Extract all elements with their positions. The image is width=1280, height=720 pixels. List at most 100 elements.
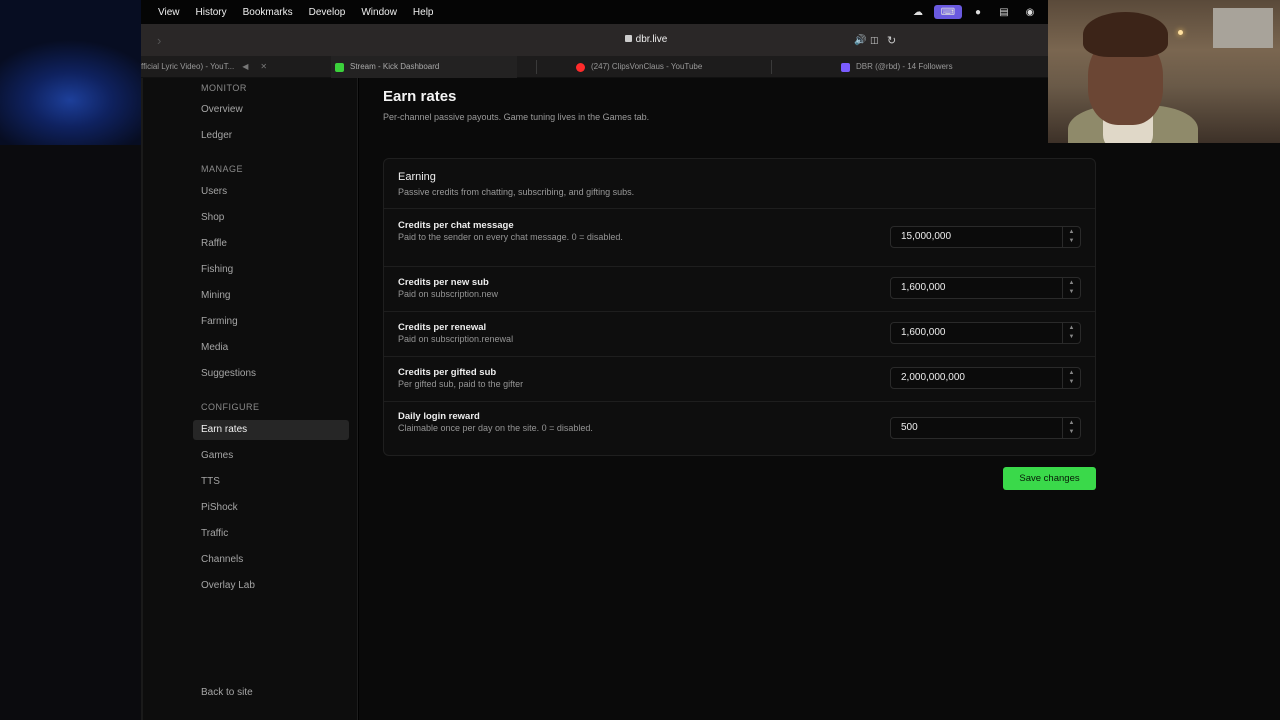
row-label: Credits per gifted sub <box>398 367 497 378</box>
close-icon[interactable]: ✕ <box>260 56 267 78</box>
tab-kick-dashboard[interactable]: Stream - Kick Dashboard <box>331 56 517 78</box>
grid-icon[interactable]: ▤ <box>997 5 1011 19</box>
menu-develop[interactable]: Develop <box>309 7 346 18</box>
input-value: 1,600,000 <box>901 327 946 338</box>
back-chevron-icon[interactable]: › <box>157 33 161 48</box>
sidebar-item-overview[interactable]: Overview <box>193 100 349 120</box>
renewal-credits-input[interactable]: 1,600,000 ▲ ▼ <box>890 322 1081 344</box>
input-value: 1,600,000 <box>901 282 946 293</box>
sidebar-item-traffic[interactable]: Traffic <box>193 524 349 544</box>
input-value: 500 <box>901 422 918 433</box>
keyboard-icon[interactable]: ⌨ <box>934 5 962 19</box>
page-subtitle: Per-channel passive payouts. Game tuning… <box>383 112 650 122</box>
audio-icon[interactable]: 🔊 <box>854 35 866 46</box>
sidebar-item-games[interactable]: Games <box>193 446 349 466</box>
kick-icon <box>335 62 344 72</box>
new-sub-credits-input[interactable]: 1,600,000 ▲ ▼ <box>890 277 1081 299</box>
stepper-icon[interactable]: ▲ ▼ <box>1062 323 1080 343</box>
card-description: Passive credits from chatting, subscribi… <box>398 187 635 197</box>
divider <box>384 266 1095 267</box>
row-help: Per gifted sub, paid to the gifter <box>398 379 524 389</box>
sidebar-item-overlay-lab[interactable]: Overlay Lab <box>193 576 349 596</box>
background-window <box>1213 8 1273 48</box>
row-label: Credits per renewal <box>398 322 487 333</box>
card-title: Earning <box>398 171 436 183</box>
string-light <box>1178 30 1183 35</box>
row-label: Daily login reward <box>398 411 480 422</box>
sidebar-item-raffle[interactable]: Raffle <box>193 234 349 254</box>
row-help: Claimable once per day on the site. 0 = … <box>398 423 593 433</box>
sidebar-item-earn-rates[interactable]: Earn rates <box>193 420 349 440</box>
sidebar-item-shop[interactable]: Shop <box>193 208 349 228</box>
menu-window[interactable]: Window <box>361 7 397 18</box>
sidebar-item-fishing[interactable]: Fishing <box>193 260 349 280</box>
input-value: 2,000,000,000 <box>901 372 965 383</box>
sidebar-item-pishock[interactable]: PiShock <box>193 498 349 518</box>
tab-separator <box>771 60 772 74</box>
divider <box>384 356 1095 357</box>
robot-icon[interactable]: ● <box>971 5 985 19</box>
page-title: Earn rates <box>383 88 457 105</box>
earning-card: Earning Passive credits from chatting, s… <box>383 158 1096 456</box>
person-hair <box>1083 12 1168 57</box>
stepper-icon[interactable]: ▲ ▼ <box>1062 278 1080 298</box>
sidebar-item-users[interactable]: Users <box>193 182 349 202</box>
back-to-site-link[interactable]: Back to site <box>193 683 349 703</box>
row-help: Paid on subscription.new <box>398 289 499 299</box>
sidebar-item-ledger[interactable]: Ledger <box>193 126 349 146</box>
menu-view[interactable]: View <box>158 7 180 18</box>
tab-title: DBR (@rbd) - 14 Followers <box>856 62 953 71</box>
cloud-icon[interactable]: ☁ <box>911 5 925 19</box>
menu-bar: View History Bookmarks Develop Window He… <box>141 0 1048 24</box>
sidebar-item-mining[interactable]: Mining <box>193 286 349 306</box>
webcam-overlay <box>1048 0 1280 143</box>
sidebar-item-suggestions[interactable]: Suggestions <box>193 364 349 384</box>
menu-help[interactable]: Help <box>413 7 434 18</box>
section-label-monitor: MONITOR <box>201 83 247 93</box>
desktop-glow <box>0 0 141 145</box>
stepper-icon[interactable]: ▲ ▼ <box>1062 418 1080 438</box>
youtube-icon <box>576 62 585 72</box>
tab-title: (247) ClipsVonClaus - YouTube <box>591 62 703 71</box>
menu-bookmarks[interactable]: Bookmarks <box>243 7 293 18</box>
sidebar-item-tts[interactable]: TTS <box>193 472 349 492</box>
section-label-manage: MANAGE <box>201 164 244 174</box>
play-icon[interactable]: ◉ <box>1023 5 1037 19</box>
sidebar-item-farming[interactable]: Farming <box>193 312 349 332</box>
admin-sidebar: MONITOR Overview Ledger MANAGE Users Sho… <box>143 78 358 720</box>
reload-icon[interactable]: ↻ <box>887 34 896 47</box>
row-label: Credits per chat message <box>398 220 514 231</box>
mute-icon[interactable]: ◀ <box>242 56 248 78</box>
translate-icon[interactable]: ◫ <box>870 35 879 46</box>
main-content: Earn rates Per-channel passive payouts. … <box>359 78 1280 720</box>
address-bar[interactable]: dbr.live <box>386 29 906 51</box>
row-label: Credits per new sub <box>398 277 489 288</box>
url-text: dbr.live <box>635 34 668 45</box>
divider <box>384 208 1095 209</box>
tab-twitch-followers[interactable]: DBR (@rbd) - 14 Followers <box>841 56 1041 78</box>
daily-login-input[interactable]: 500 ▲ ▼ <box>890 417 1081 439</box>
section-label-configure: CONFIGURE <box>201 402 260 412</box>
divider <box>384 311 1095 312</box>
row-help: Paid on subscription.renewal <box>398 334 514 344</box>
twitch-icon <box>841 62 850 72</box>
divider <box>384 401 1095 402</box>
chat-credits-input[interactable]: 15,000,000 ▲ ▼ <box>890 226 1081 248</box>
tab-title: Stream - Kick Dashboard <box>350 62 440 71</box>
lock-icon <box>624 35 632 42</box>
sidebar-item-media[interactable]: Media <box>193 338 349 358</box>
browser-toolbar: › dbr.live 🔊 ◫ ↻ <box>141 24 1048 56</box>
save-button[interactable]: Save changes <box>1003 467 1096 490</box>
sidebar-item-channels[interactable]: Channels <box>193 550 349 570</box>
menu-history[interactable]: History <box>196 7 227 18</box>
stepper-icon[interactable]: ▲ ▼ <box>1062 368 1080 388</box>
tab-separator <box>536 60 537 74</box>
stepper-icon[interactable]: ▲ ▼ <box>1062 227 1080 247</box>
tab-title: fficial Lyric Video) - YouT... <box>141 62 235 71</box>
gifted-sub-credits-input[interactable]: 2,000,000,000 ▲ ▼ <box>890 367 1081 389</box>
tab-youtube-lyric[interactable]: fficial Lyric Video) - YouT... ◀ ✕ <box>141 56 286 78</box>
tab-bar: fficial Lyric Video) - YouT... ◀ ✕ Strea… <box>141 56 1048 78</box>
input-value: 15,000,000 <box>901 231 952 242</box>
tab-youtube-clips[interactable]: (247) ClipsVonClaus - YouTube <box>576 56 776 78</box>
row-help: Paid to the sender on every chat message… <box>398 232 623 242</box>
